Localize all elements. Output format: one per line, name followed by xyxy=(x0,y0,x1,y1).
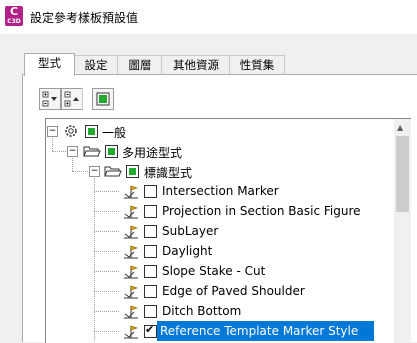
tree-node-marker-styles[interactable]: − 標識型式 xyxy=(46,161,376,181)
tree-item-label: Reference Template Marker Style xyxy=(160,324,359,338)
window-title: 設定參考樣板預設值 xyxy=(30,11,139,25)
open-folder-icon xyxy=(83,146,101,157)
marker-style-icon xyxy=(124,245,138,259)
tree-checkbox[interactable] xyxy=(85,125,98,138)
tab-styles[interactable]: 型式 xyxy=(24,53,75,76)
gear-icon xyxy=(65,125,77,137)
tree-node-label: 標識型式 xyxy=(144,166,193,180)
tree-item[interactable]: Slope Stake - Cut xyxy=(46,261,376,281)
tree-item-label: Slope Stake - Cut xyxy=(162,264,266,278)
collapse-toggle[interactable]: − xyxy=(47,126,58,137)
toggle-style-button[interactable] xyxy=(92,88,114,110)
styles-tree[interactable]: − 一般 − 多用途型式 − 標識型式 Intersection Marker … xyxy=(45,118,411,343)
tree-item[interactable]: Daylight xyxy=(46,241,376,261)
marker-style-icon xyxy=(124,305,138,319)
tree-item-label: Edge of Paved Shoulder xyxy=(162,284,305,298)
tree-item[interactable]: Ditch Bottom xyxy=(46,301,376,321)
tree-item-label: Daylight xyxy=(162,244,213,258)
toggle-style-icon xyxy=(96,92,110,106)
tree-node-general[interactable]: − 一般 xyxy=(46,121,376,141)
tree-checkbox[interactable] xyxy=(144,285,157,298)
marker-style-icon xyxy=(124,265,138,279)
collapse-all-button[interactable] xyxy=(61,88,83,110)
expand-tree-icon xyxy=(42,91,57,107)
tree-checkbox[interactable] xyxy=(144,305,157,318)
tab-property-sets[interactable]: 性質集 xyxy=(229,55,285,75)
tree-item[interactable]: Projection in Section Basic Figure xyxy=(46,201,376,221)
tree-checkbox[interactable] xyxy=(105,145,118,158)
tree-item-label: Projection in Section Basic Figure xyxy=(162,204,361,218)
tree-item[interactable]: Intersection Marker xyxy=(46,181,376,201)
tree-item-label: Ditch Bottom xyxy=(162,304,242,318)
tree-checkbox[interactable] xyxy=(144,185,157,198)
tree-node-label: 一般 xyxy=(102,126,127,140)
marker-style-icon xyxy=(124,185,138,199)
tree-checkbox[interactable] xyxy=(126,165,139,178)
tree-item-label: SubLayer xyxy=(162,224,219,238)
selection-highlight: Reference Template Marker Style xyxy=(157,321,374,341)
tree-checkbox[interactable] xyxy=(144,245,157,258)
tree-item-selected[interactable]: Reference Template Marker Style xyxy=(46,321,376,341)
marker-style-icon xyxy=(124,205,138,219)
tree-checkbox-checked[interactable] xyxy=(144,323,157,338)
marker-style-icon xyxy=(124,325,138,339)
tree-item-label: Intersection Marker xyxy=(162,184,279,198)
scrollbar-thumb[interactable] xyxy=(396,136,409,212)
tree-checkbox[interactable] xyxy=(144,265,157,278)
styles-panel: − 一般 − 多用途型式 − 標識型式 Intersection Marker … xyxy=(22,74,417,343)
tree-item[interactable]: SubLayer xyxy=(46,221,376,241)
title-bar: C C3D 設定參考樣板預設值 xyxy=(0,0,417,34)
toolbar-separator xyxy=(82,88,83,110)
tab-other-resources[interactable]: 其他資源 xyxy=(161,55,231,75)
tree-item[interactable]: Edge of Paved Shoulder xyxy=(46,281,376,301)
tree-checkbox[interactable] xyxy=(144,225,157,238)
tab-layers[interactable]: 圖層 xyxy=(117,55,163,75)
marker-style-icon xyxy=(124,285,138,299)
collapse-toggle[interactable]: − xyxy=(89,166,100,177)
tab-settings[interactable]: 設定 xyxy=(73,55,119,75)
scroll-up-icon[interactable]: ▲ xyxy=(397,123,403,132)
collapse-toggle[interactable]: − xyxy=(67,146,78,157)
vertical-scrollbar[interactable]: ▲ xyxy=(394,119,411,343)
expand-all-button[interactable] xyxy=(39,88,61,110)
tree-checkbox[interactable] xyxy=(144,205,157,218)
marker-style-icon xyxy=(124,225,138,239)
tree-node-label: 多用途型式 xyxy=(122,146,183,160)
collapse-tree-icon xyxy=(64,91,79,107)
civil3d-app-icon: C C3D xyxy=(5,6,23,26)
open-folder-icon xyxy=(104,166,122,177)
tree-node-multipurpose-styles[interactable]: − 多用途型式 xyxy=(46,141,376,161)
